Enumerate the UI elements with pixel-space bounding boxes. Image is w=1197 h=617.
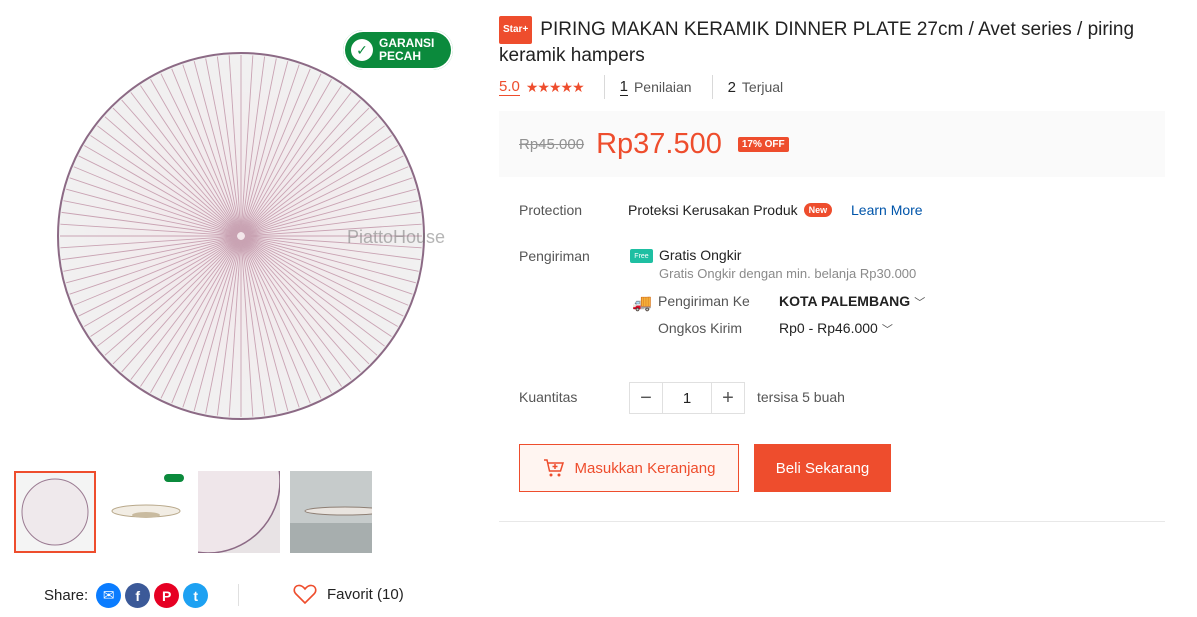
shipping-cost-label: Ongkos Kirim (658, 320, 743, 336)
reviews-label: Penilaian (633, 79, 692, 95)
truck-icon: 🚚 (632, 295, 652, 312)
ship-to-value: KOTA PALEMBANG (779, 293, 911, 309)
messenger-icon[interactable]: ✉ (96, 583, 122, 608)
thumbnail-1[interactable] (14, 471, 96, 553)
product-title-block: Star+ PIRING MAKAN KERAMIK DINNER PLATE 2… (499, 16, 1165, 68)
thumbnail-3[interactable] (198, 471, 280, 553)
chevron-down-icon: ﹀ (914, 297, 926, 309)
quantity-stepper: − 1 + (629, 382, 745, 414)
thumbnail-4[interactable] (290, 471, 372, 553)
add-to-cart-label: Masukkan Keranjang (574, 459, 716, 477)
share-bar: Share: ✉ f P t (44, 583, 209, 608)
quantity-label: Kuantitas (519, 389, 578, 405)
protection-info: Proteksi Kerusakan Produk New (628, 202, 833, 218)
garansi-pecah-badge: ✓ GARANSI PECAH (343, 30, 453, 70)
ship-to-label: Pengiriman Ke (658, 293, 750, 309)
increase-button[interactable]: + (712, 383, 744, 413)
badge-line-2: PECAH (379, 49, 422, 63)
original-price: Rp45.000 (519, 135, 585, 153)
protection-label: Protection (519, 202, 583, 218)
learn-more-link[interactable]: Learn More (851, 202, 923, 218)
divider (711, 75, 713, 99)
star-rating-icon: ★★★★★ (525, 78, 585, 95)
thumbnail-badge (164, 474, 184, 482)
thumbnail-strip (14, 471, 372, 553)
chevron-down-icon: ﹀ (881, 324, 893, 336)
free-shipping-info: Free Gratis Ongkir Gratis Ongkir dengan … (630, 247, 916, 281)
add-to-cart-button[interactable]: Masukkan Keranjang (519, 444, 739, 492)
free-shipping-title: Gratis Ongkir (659, 247, 742, 263)
share-label: Share: (44, 587, 89, 604)
shipping-label: Pengiriman (519, 248, 590, 264)
rating-value[interactable]: 5.0 (499, 78, 520, 96)
sold-count: 2 (727, 78, 736, 96)
divider (603, 75, 605, 99)
quantity-input[interactable]: 1 (662, 383, 712, 413)
product-info: Star+ PIRING MAKAN KERAMIK DINNER PLATE 2… (499, 16, 1165, 522)
twitter-icon[interactable]: t (183, 583, 209, 608)
free-shipping-icon: Free (630, 249, 653, 263)
heart-icon (293, 584, 317, 605)
free-shipping-desc: Gratis Ongkir dengan min. belanja Rp30.0… (659, 266, 917, 281)
star-plus-badge: Star+ (499, 16, 533, 44)
cart-add-icon (543, 459, 564, 477)
facebook-icon[interactable]: f (125, 583, 151, 608)
protection-text: Proteksi Kerusakan Produk (628, 202, 798, 218)
section-divider (499, 521, 1165, 522)
favorite-button[interactable]: Favorit (10) (293, 583, 404, 605)
pinterest-icon[interactable]: P (154, 583, 180, 608)
share-divider (238, 584, 239, 606)
sale-price: Rp37.500 (596, 127, 722, 160)
new-badge: New (803, 203, 833, 217)
shipping-cost-dropdown[interactable]: Rp0 - Rp46.000 ﹀ (779, 320, 893, 337)
shipping-cost-value: Rp0 - Rp46.000 (779, 320, 878, 336)
price-box: Rp45.000 Rp37.500 17% OFF (499, 111, 1165, 177)
ship-to-dropdown[interactable]: KOTA PALEMBANG ﹀ (779, 293, 925, 310)
check-shield-icon: ✓ (351, 39, 373, 61)
thumbnail-2[interactable] (106, 471, 188, 553)
stock-remaining: tersisa 5 buah (757, 389, 845, 405)
buy-now-button[interactable]: Beli Sekarang (754, 444, 891, 492)
product-title: PIRING MAKAN KERAMIK DINNER PLATE 27cm /… (499, 19, 1135, 66)
image-watermark: PiattoHouse (347, 227, 446, 247)
sold-label: Terjual (741, 79, 784, 95)
reviews-count[interactable]: 1 (619, 78, 628, 96)
ratings-bar: 5.0 ★★★★★ 1 Penilaian 2 Terjual (499, 75, 784, 99)
discount-badge: 17% OFF (737, 136, 789, 152)
favorite-label: Favorit (10) (327, 585, 404, 603)
decrease-button[interactable]: − (630, 383, 662, 413)
